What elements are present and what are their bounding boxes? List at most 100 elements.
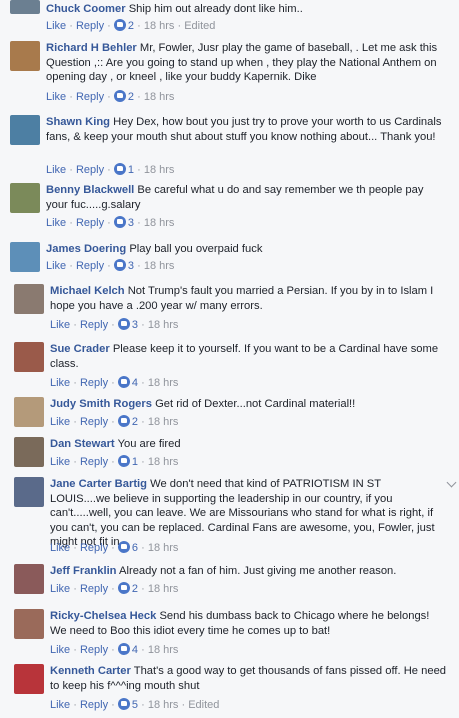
commenter-name[interactable]: Kenneth Carter	[50, 665, 131, 677]
avatar[interactable]	[14, 609, 44, 639]
timestamp[interactable]: 18 hrs	[148, 583, 179, 595]
like-link[interactable]: Like	[50, 583, 70, 595]
separator: ·	[69, 164, 73, 176]
reply-link[interactable]: Reply	[80, 377, 108, 389]
like-link[interactable]: Like	[50, 699, 70, 711]
reply-link[interactable]: Reply	[80, 319, 108, 331]
timestamp[interactable]: 18 hrs	[148, 456, 179, 468]
like-link[interactable]: Like	[46, 91, 66, 103]
commenter-name[interactable]: Chuck Coomer	[46, 3, 126, 15]
avatar[interactable]	[10, 115, 40, 145]
like-link[interactable]: Like	[46, 217, 66, 229]
commenter-name[interactable]: Sue Crader	[50, 343, 110, 355]
reply-link[interactable]: Reply	[76, 260, 104, 272]
reply-link[interactable]: Reply	[80, 644, 108, 656]
like-link[interactable]: Like	[50, 416, 70, 428]
like-link[interactable]: Like	[50, 542, 70, 554]
like-count[interactable]: 1	[132, 456, 138, 468]
like-link[interactable]: Like	[50, 644, 70, 656]
timestamp[interactable]: 18 hrs	[144, 20, 175, 32]
timestamp[interactable]: 18 hrs	[148, 319, 179, 331]
reply-link[interactable]: Reply	[80, 699, 108, 711]
avatar[interactable]	[10, 41, 40, 71]
reply-link[interactable]: Reply	[76, 20, 104, 32]
like-count[interactable]: 1	[128, 164, 134, 176]
avatar[interactable]	[14, 437, 44, 467]
like-icon	[117, 541, 130, 553]
reply-link[interactable]: Reply	[80, 456, 108, 468]
timestamp[interactable]: 18 hrs	[144, 260, 175, 272]
like-count[interactable]: 6	[132, 542, 138, 554]
avatar[interactable]	[14, 284, 44, 314]
comment-body: Shawn King Hey Dex, how bout you just tr…	[46, 115, 446, 144]
avatar[interactable]	[14, 564, 44, 594]
separator: ·	[107, 217, 111, 229]
avatar[interactable]	[10, 0, 40, 14]
like-link[interactable]: Like	[46, 20, 66, 32]
like-count[interactable]: 3	[128, 260, 134, 272]
commenter-name[interactable]: Judy Smith Rogers	[50, 398, 152, 410]
like-icon	[117, 318, 130, 330]
like-count[interactable]: 2	[128, 91, 134, 103]
reply-link[interactable]: Reply	[76, 91, 104, 103]
edited-label[interactable]: Edited	[188, 699, 219, 711]
like-link[interactable]: Like	[50, 319, 70, 331]
commenter-name[interactable]: Benny Blackwell	[46, 184, 134, 196]
like-link[interactable]: Like	[46, 260, 66, 272]
like-count[interactable]: 4	[132, 377, 138, 389]
commenter-name[interactable]: Dan Stewart	[50, 438, 115, 450]
separator: ·	[69, 91, 73, 103]
avatar[interactable]	[10, 242, 40, 272]
like-count[interactable]: 4	[132, 644, 138, 656]
chevron-down-icon[interactable]	[446, 477, 457, 488]
timestamp[interactable]: 18 hrs	[144, 217, 175, 229]
comment-body: Richard H Behler Mr, Fowler, Jusr play t…	[46, 41, 446, 85]
separator: ·	[141, 377, 145, 389]
comment-body: Benny Blackwell Be careful what u do and…	[46, 183, 446, 212]
like-count[interactable]: 3	[132, 319, 138, 331]
separator: ·	[141, 583, 145, 595]
timestamp[interactable]: 18 hrs	[148, 377, 179, 389]
reply-link[interactable]: Reply	[80, 416, 108, 428]
timestamp[interactable]: 18 hrs	[148, 699, 179, 711]
edited-label[interactable]: Edited	[184, 20, 215, 32]
avatar[interactable]	[14, 397, 44, 427]
reply-link[interactable]: Reply	[80, 542, 108, 554]
reply-link[interactable]: Reply	[80, 583, 108, 595]
like-count[interactable]: 2	[132, 416, 138, 428]
commenter-name[interactable]: Michael Kelch	[50, 285, 125, 297]
like-link[interactable]: Like	[46, 164, 66, 176]
avatar[interactable]	[14, 342, 44, 372]
commenter-name[interactable]: Jane Carter Bartig	[50, 478, 147, 490]
timestamp[interactable]: 18 hrs	[148, 644, 179, 656]
comment-actions: Like · Reply · 4 · 18 hrs	[50, 643, 178, 657]
separator: ·	[137, 164, 141, 176]
timestamp[interactable]: 18 hrs	[144, 164, 175, 176]
separator: ·	[73, 456, 77, 468]
timestamp[interactable]: 18 hrs	[148, 416, 179, 428]
like-link[interactable]: Like	[50, 456, 70, 468]
timestamp[interactable]: 18 hrs	[148, 542, 179, 554]
separator: ·	[73, 416, 77, 428]
commenter-name[interactable]: James Doering	[46, 243, 126, 255]
like-count[interactable]: 5	[132, 699, 138, 711]
avatar[interactable]	[10, 183, 40, 213]
separator: ·	[111, 456, 115, 468]
reply-link[interactable]: Reply	[76, 164, 104, 176]
comment-body: James Doering Play ball you overpaid fuc…	[46, 242, 446, 257]
commenter-name[interactable]: Jeff Franklin	[50, 565, 117, 577]
avatar[interactable]	[14, 477, 44, 507]
like-link[interactable]: Like	[50, 377, 70, 389]
like-count[interactable]: 2	[132, 583, 138, 595]
commenter-name[interactable]: Ricky-Chelsea Heck	[50, 610, 156, 622]
avatar[interactable]	[14, 664, 44, 694]
separator: ·	[181, 699, 186, 711]
commenter-name[interactable]: Richard H Behler	[46, 42, 137, 54]
commenter-name[interactable]: Shawn King	[46, 116, 110, 128]
separator: ·	[69, 20, 73, 32]
reply-link[interactable]: Reply	[76, 217, 104, 229]
timestamp[interactable]: 18 hrs	[144, 91, 175, 103]
like-count[interactable]: 2	[128, 20, 134, 32]
like-count[interactable]: 3	[128, 217, 134, 229]
comment-actions: Like · Reply · 2 · 18 hrs	[46, 90, 174, 104]
